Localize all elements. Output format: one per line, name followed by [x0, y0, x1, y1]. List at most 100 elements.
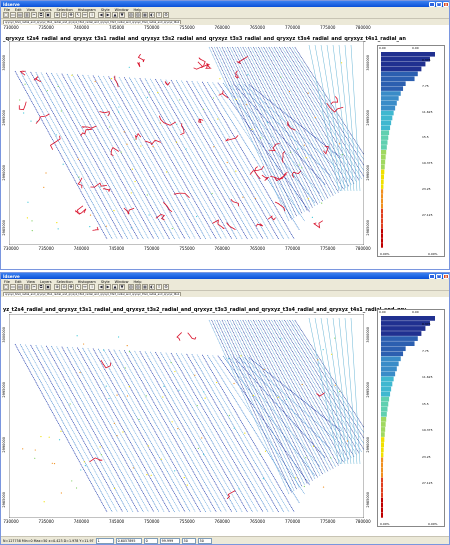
menu-layers[interactable]: Layers: [40, 8, 52, 12]
menu-histogram[interactable]: Histogram: [78, 8, 96, 12]
print-icon[interactable]: ▥: [24, 284, 30, 290]
legend-tick-label: 23.25: [422, 186, 431, 191]
pan-icon[interactable]: ✥: [68, 284, 74, 290]
close-button[interactable]: ×: [443, 273, 449, 279]
minimize-button[interactable]: _: [429, 273, 435, 279]
settings-icon[interactable]: ⚙: [163, 284, 169, 290]
menu-style[interactable]: Style: [101, 8, 110, 12]
menu-file[interactable]: File: [4, 280, 10, 284]
status-field-4[interactable]: 99.999: [159, 537, 180, 544]
export-icon[interactable]: ⇪: [156, 284, 162, 290]
print-icon[interactable]: ▥: [24, 12, 30, 18]
x-tick-label: 740000: [73, 519, 90, 524]
paste-icon[interactable]: ▣: [45, 284, 51, 290]
map-plot[interactable]: [9, 314, 364, 518]
status-field-2[interactable]: 0.6057895: [115, 537, 142, 544]
x-tick-label: 770000: [284, 25, 301, 30]
open-icon[interactable]: ▭: [10, 12, 16, 18]
menu-help[interactable]: Help: [133, 8, 141, 12]
zoom-out-icon[interactable]: ⊖: [61, 284, 67, 290]
layers-icon[interactable]: ▧: [128, 12, 134, 18]
copy-icon[interactable]: ⧉: [38, 12, 44, 18]
legend-tick-label: 7.75: [422, 83, 429, 88]
up-icon[interactable]: ▲: [112, 284, 118, 290]
down-icon[interactable]: ▼: [119, 284, 125, 290]
menu-view[interactable]: View: [27, 8, 35, 12]
maximize-button[interactable]: □: [436, 273, 442, 279]
up-icon[interactable]: ▲: [112, 12, 118, 18]
menu-view[interactable]: View: [27, 280, 35, 284]
save-icon[interactable]: ▤: [17, 284, 23, 290]
menu-help[interactable]: Help: [133, 280, 141, 284]
zoom-in-icon[interactable]: ⊕: [54, 12, 60, 18]
close-button[interactable]: ×: [443, 1, 449, 7]
layer-tab[interactable]: qryxyz_t2s4_radial_and_qryxyz_t3s1_radia…: [3, 20, 182, 24]
paste-icon[interactable]: ▣: [45, 12, 51, 18]
x-tick-label: 765000: [249, 519, 266, 524]
new-icon[interactable]: □: [3, 12, 9, 18]
pan-icon[interactable]: ✥: [68, 12, 74, 18]
status-field-1[interactable]: 1: [95, 537, 114, 544]
x-tick-label: 750000: [144, 519, 160, 524]
info-icon[interactable]: i: [89, 12, 95, 18]
layer-tab[interactable]: qryxyz_t2s4_radial_and_qryxyz_t3s1_radia…: [3, 292, 182, 296]
menu-window[interactable]: Window: [115, 280, 129, 284]
save-icon[interactable]: ▤: [17, 12, 23, 18]
info-icon[interactable]: i: [89, 284, 95, 290]
cut-icon[interactable]: ✂: [31, 284, 37, 290]
zoom-out-icon[interactable]: ⊖: [61, 12, 67, 18]
legend-bottom-right: 0.00%: [428, 252, 438, 256]
export-icon[interactable]: ⇪: [156, 12, 162, 18]
grid-icon[interactable]: ▦: [142, 284, 148, 290]
measure-icon[interactable]: ↔: [82, 12, 88, 18]
select-icon[interactable]: ↖: [75, 12, 81, 18]
x-tick-label: 765000: [249, 246, 266, 251]
menu-selection[interactable]: Selection: [57, 280, 73, 284]
forward-icon[interactable]: ▶: [105, 284, 111, 290]
y-tick-label: 2985000: [2, 220, 6, 236]
palette-icon[interactable]: ◐: [149, 284, 155, 290]
status-field-3[interactable]: 0: [143, 537, 158, 544]
back-icon[interactable]: ◀: [98, 12, 104, 18]
x-tick-label: 775000: [320, 25, 336, 30]
cut-icon[interactable]: ✂: [31, 12, 37, 18]
layers-icon[interactable]: ▧: [128, 284, 134, 290]
map-canvas[interactable]: yz_t2s4_radial_and_qryxyz_t3s1_radial_an…: [1, 297, 449, 536]
down-icon[interactable]: ▼: [119, 12, 125, 18]
minimize-button[interactable]: _: [429, 1, 435, 7]
copy-icon[interactable]: ⧉: [38, 284, 44, 290]
title-bar: Idserve _ □ ×: [1, 273, 449, 279]
x-tick-label: 770000: [284, 519, 301, 524]
menu-style[interactable]: Style: [101, 280, 110, 284]
x-axis-top: 730000 735000 740000 745000 750000 755000 7600…: [1, 25, 449, 31]
menu-histogram[interactable]: Histogram: [78, 280, 96, 284]
chart-icon[interactable]: ▨: [135, 12, 141, 18]
zoom-in-icon[interactable]: ⊕: [54, 284, 60, 290]
forward-icon[interactable]: ▶: [105, 12, 111, 18]
menu-edit[interactable]: Edit: [15, 8, 22, 12]
legend-tick-label: 0.375: [422, 322, 431, 326]
menu-edit[interactable]: Edit: [15, 280, 22, 284]
status-field-5[interactable]: 50: [181, 537, 196, 544]
x-tick-label: 755000: [179, 519, 195, 524]
menu-file[interactable]: File: [4, 8, 10, 12]
open-icon[interactable]: ▭: [10, 284, 16, 290]
menu-selection[interactable]: Selection: [57, 8, 73, 12]
legend-tick-label: 15.5: [422, 135, 429, 140]
status-field-6[interactable]: 50: [197, 537, 212, 544]
chart-icon[interactable]: ▨: [135, 284, 141, 290]
grid-icon[interactable]: ▦: [142, 12, 148, 18]
menu-layers[interactable]: Layers: [40, 280, 52, 284]
settings-icon[interactable]: ⚙: [163, 12, 169, 18]
maximize-button[interactable]: □: [436, 1, 442, 7]
map-plot[interactable]: [9, 41, 364, 245]
palette-icon[interactable]: ◐: [149, 12, 155, 18]
menu-window[interactable]: Window: [115, 8, 129, 12]
new-icon[interactable]: □: [3, 284, 9, 290]
map-canvas[interactable]: 730000 735000 740000 745000 750000 755000 7600…: [1, 25, 449, 269]
x-tick-label: 755000: [179, 246, 195, 251]
select-icon[interactable]: ↖: [75, 284, 81, 290]
layer-tabs: qryxyz_t2s4_radial_and_qryxyz_t3s1_radia…: [1, 19, 449, 24]
back-icon[interactable]: ◀: [98, 284, 104, 290]
measure-icon[interactable]: ↔: [82, 284, 88, 290]
